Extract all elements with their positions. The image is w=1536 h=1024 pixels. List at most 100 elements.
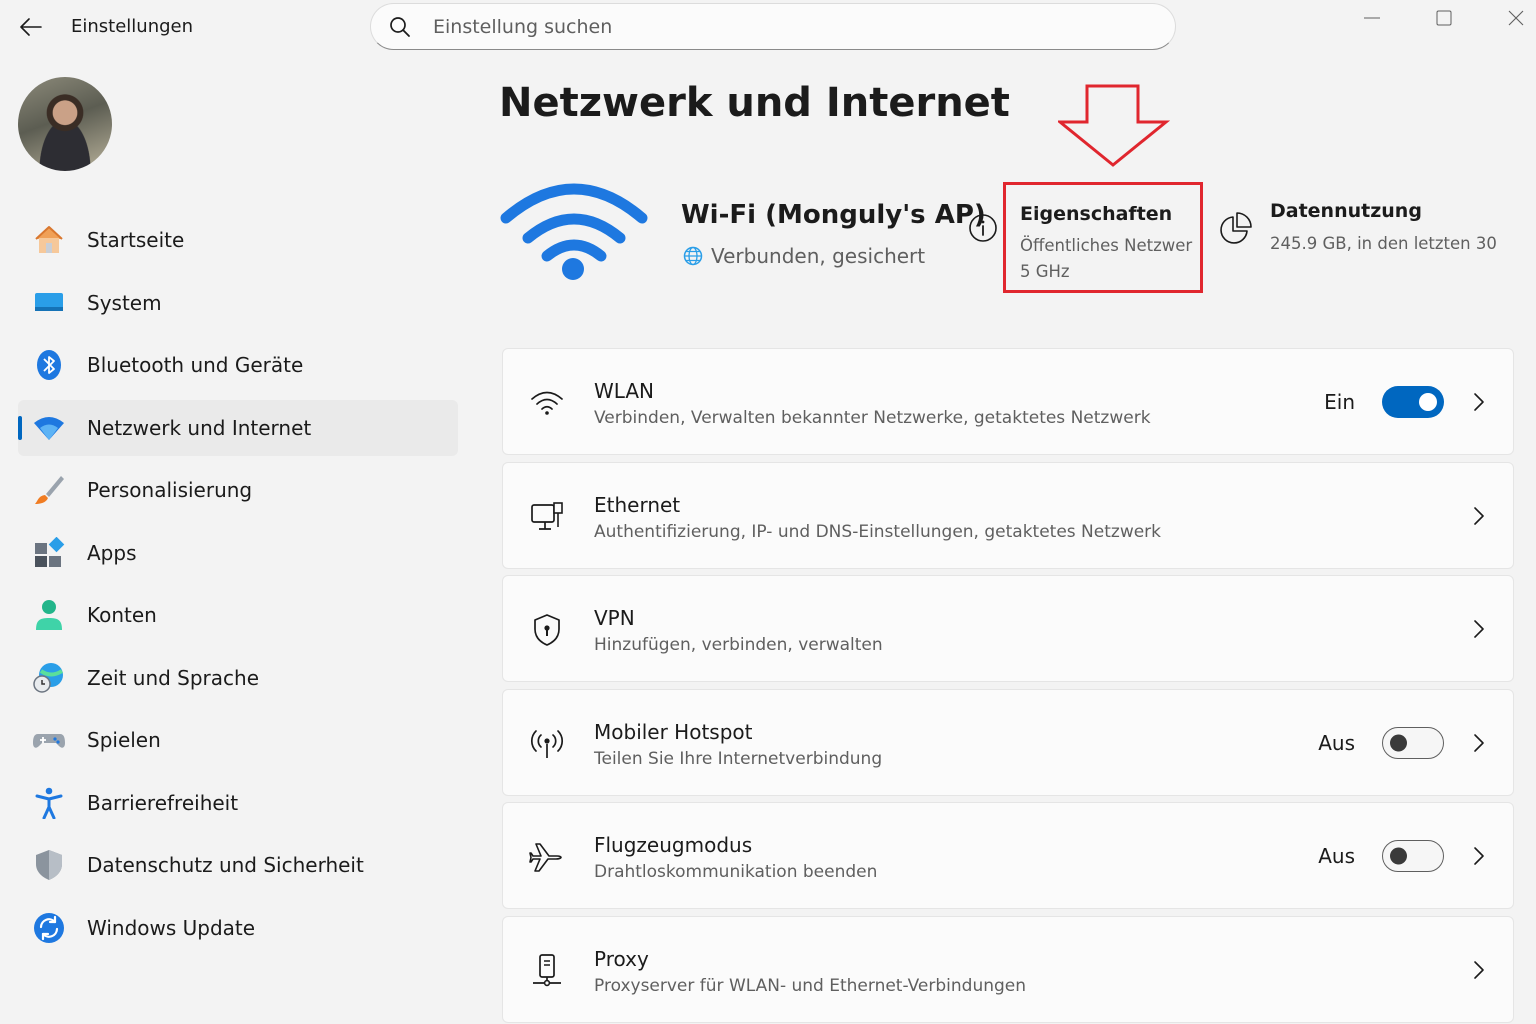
vpn-card[interactable]: VPN Hinzufügen, verbinden, verwalten bbox=[502, 575, 1514, 683]
sidebar-item-label: System bbox=[87, 290, 162, 315]
card-title: Ethernet bbox=[594, 492, 681, 517]
toggle-knob bbox=[1419, 393, 1437, 411]
close-icon bbox=[1508, 10, 1524, 26]
wlan-card[interactable]: WLAN Verbinden, Verwalten bekannter Netz… bbox=[502, 348, 1514, 455]
system-icon bbox=[32, 287, 66, 319]
maximize-button[interactable] bbox=[1414, 0, 1474, 36]
bluetooth-icon bbox=[32, 349, 66, 381]
connection-status: Verbunden, gesichert bbox=[683, 244, 925, 268]
sidebar-item-netzwerk[interactable]: Netzwerk und Internet bbox=[18, 399, 458, 456]
sidebar-item-label: Konten bbox=[87, 603, 157, 627]
sidebar-item-label: Spielen bbox=[87, 728, 161, 752]
search-box[interactable] bbox=[370, 3, 1176, 50]
data-usage-title[interactable]: Datennutzung bbox=[1270, 200, 1422, 222]
card-subtitle: Authentifizierung, IP- und DNS-Einstellu… bbox=[594, 521, 1162, 542]
card-title: Flugzeugmodus bbox=[594, 833, 753, 858]
settings-list: WLAN Verbinden, Verwalten bekannter Netz… bbox=[502, 348, 1514, 1024]
pie-chart-icon[interactable] bbox=[1218, 212, 1252, 246]
account-icon bbox=[32, 599, 66, 631]
sidebar-item-label: Netzwerk und Internet bbox=[87, 415, 312, 440]
card-title: Proxy bbox=[594, 946, 649, 971]
minimize-button[interactable] bbox=[1342, 0, 1402, 36]
arrow-left-icon bbox=[20, 18, 42, 36]
card-subtitle: Drahtloskommunikation beenden bbox=[594, 862, 878, 883]
chevron-right-icon[interactable] bbox=[1473, 733, 1485, 753]
toggle-state-label: Ein bbox=[1324, 390, 1355, 414]
ethernet-icon bbox=[527, 497, 567, 537]
sidebar-item-personalisierung[interactable]: Personalisierung bbox=[18, 462, 458, 518]
proxy-card[interactable]: Proxy Proxyserver für WLAN- und Ethernet… bbox=[502, 915, 1514, 1023]
card-title: Mobiler Hotspot bbox=[594, 719, 753, 744]
card-title: WLAN bbox=[594, 379, 655, 403]
search-icon bbox=[390, 17, 410, 37]
back-button[interactable] bbox=[16, 12, 46, 42]
user-avatar[interactable] bbox=[18, 77, 112, 171]
chevron-right-icon[interactable] bbox=[1473, 619, 1485, 639]
sidebar-item-barrierefreiheit[interactable]: Barrierefreiheit bbox=[18, 775, 458, 831]
brush-icon bbox=[32, 474, 66, 506]
minimize-icon bbox=[1364, 17, 1380, 19]
home-icon bbox=[32, 224, 66, 256]
airplane-mode-card[interactable]: Flugzeugmodus Drahtloskommunikation been… bbox=[502, 802, 1514, 910]
hotspot-icon bbox=[527, 724, 567, 764]
sidebar-item-datenschutz[interactable]: Datenschutz und Sicherheit bbox=[18, 837, 458, 893]
hotspot-card[interactable]: Mobiler Hotspot Teilen Sie Ihre Internet… bbox=[502, 688, 1514, 796]
sidebar-item-spielen[interactable]: Spielen bbox=[18, 712, 458, 768]
apps-icon bbox=[32, 536, 66, 569]
page-title: Netzwerk und Internet bbox=[499, 80, 1010, 126]
wlan-toggle[interactable] bbox=[1382, 386, 1444, 418]
chevron-right-icon[interactable] bbox=[1473, 846, 1485, 866]
wifi-icon bbox=[527, 383, 567, 423]
update-icon bbox=[32, 912, 66, 944]
title-bar: Einstellungen bbox=[0, 0, 1536, 56]
search-input[interactable] bbox=[433, 13, 1133, 41]
toggle-knob bbox=[1390, 847, 1407, 865]
gamepad-icon bbox=[32, 724, 66, 756]
airplane-icon bbox=[527, 837, 567, 877]
connection-name: Wi-Fi (Monguly's AP) bbox=[681, 200, 986, 230]
properties-button[interactable]: Eigenschaften Öffentliches Netzwer 5 GHz bbox=[1003, 182, 1203, 293]
annotation-arrow-icon bbox=[1058, 84, 1170, 167]
toggle-state-label: Aus bbox=[1318, 730, 1355, 755]
airplane-mode-toggle[interactable] bbox=[1382, 840, 1444, 873]
maximize-icon bbox=[1436, 10, 1452, 26]
sidebar-item-label: Windows Update bbox=[87, 915, 256, 940]
app-title: Einstellungen bbox=[71, 16, 194, 37]
toggle-knob bbox=[1390, 734, 1407, 752]
chevron-right-icon[interactable] bbox=[1473, 960, 1485, 980]
chevron-right-icon[interactable] bbox=[1473, 506, 1485, 526]
sidebar-item-label: Barrierefreiheit bbox=[87, 790, 239, 815]
data-usage-summary: 245.9 GB, in den letzten 30 Tagen bbox=[1270, 234, 1502, 253]
globe-icon bbox=[683, 246, 703, 266]
chevron-right-icon[interactable] bbox=[1473, 392, 1485, 412]
hotspot-toggle[interactable] bbox=[1382, 726, 1444, 759]
card-subtitle: Teilen Sie Ihre Internetverbindung bbox=[594, 748, 883, 769]
sidebar-item-bluetooth[interactable]: Bluetooth und Geräte bbox=[18, 337, 458, 393]
sidebar-item-startseite[interactable]: Startseite bbox=[18, 212, 458, 268]
properties-title: Eigenschaften bbox=[1020, 203, 1173, 225]
sidebar-item-label: Startseite bbox=[87, 228, 185, 252]
card-subtitle: Hinzufügen, verbinden, verwalten bbox=[594, 635, 883, 656]
card-title: VPN bbox=[594, 606, 635, 631]
sidebar-item-windows-update[interactable]: Windows Update bbox=[18, 900, 458, 956]
sidebar-item-system[interactable]: System bbox=[18, 275, 458, 331]
sidebar-item-label: Datenschutz und Sicherheit bbox=[87, 853, 364, 877]
proxy-icon bbox=[527, 951, 567, 991]
vpn-shield-icon bbox=[527, 610, 567, 650]
sidebar-item-apps[interactable]: Apps bbox=[18, 525, 458, 581]
toggle-state-label: Aus bbox=[1318, 844, 1355, 869]
close-button[interactable] bbox=[1486, 0, 1536, 36]
card-subtitle: Verbinden, Verwalten bekannter Netzwerke… bbox=[594, 408, 1151, 428]
sidebar-item-zeit[interactable]: Zeit und Sprache bbox=[18, 650, 458, 706]
sidebar-item-label: Bluetooth und Geräte bbox=[87, 353, 304, 377]
ethernet-card[interactable]: Ethernet Authentifizierung, IP- und DNS-… bbox=[502, 461, 1514, 569]
sidebar-item-konten[interactable]: Konten bbox=[18, 587, 458, 643]
sidebar-item-label: Personalisierung bbox=[87, 478, 253, 502]
info-icon[interactable] bbox=[968, 213, 998, 243]
card-subtitle: Proxyserver für WLAN- und Ethernet-Verbi… bbox=[594, 975, 1027, 996]
wifi-icon bbox=[32, 412, 66, 444]
connection-status-text: Verbunden, gesichert bbox=[711, 244, 926, 268]
accessibility-icon bbox=[32, 787, 66, 819]
sidebar-item-label: Apps bbox=[87, 540, 137, 565]
shield-icon bbox=[32, 849, 66, 881]
